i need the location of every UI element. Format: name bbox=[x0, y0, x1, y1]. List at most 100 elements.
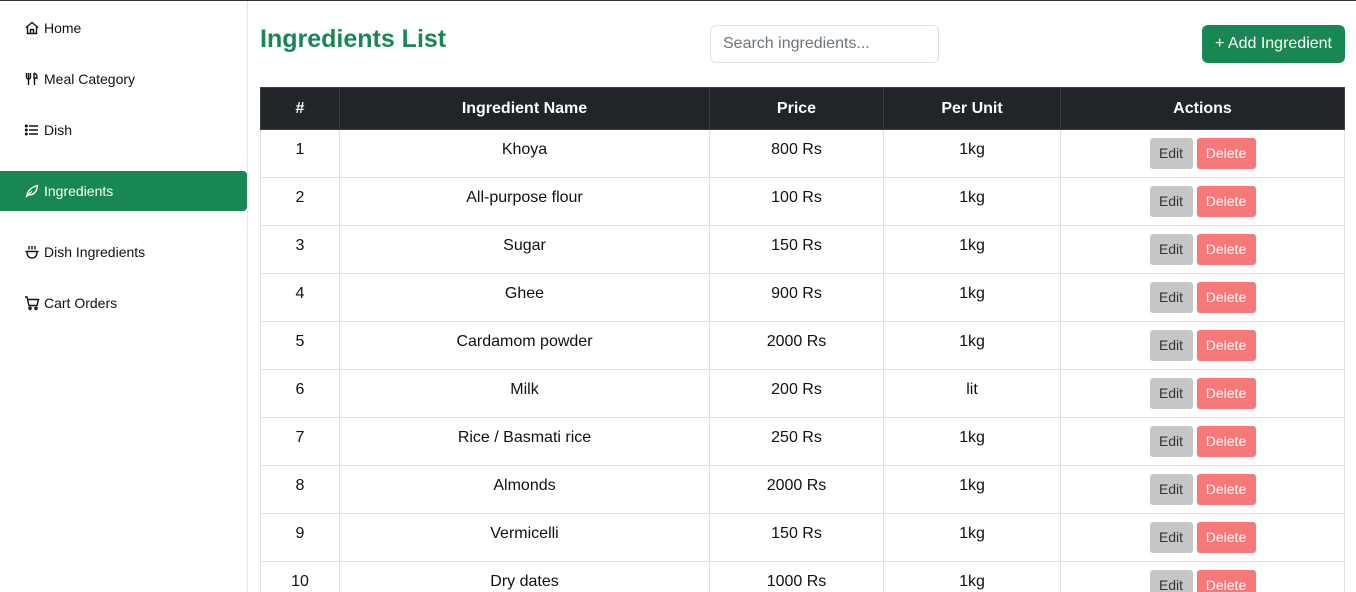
cell-actions: Edit Delete bbox=[1060, 225, 1345, 274]
edit-button[interactable]: Edit bbox=[1149, 474, 1193, 505]
table-row: 5 Cardamom powder 2000 Rs 1kg Edit Delete bbox=[260, 321, 1345, 370]
sidebar-item-label: Home bbox=[44, 20, 82, 36]
cell-per-unit: 1kg bbox=[883, 225, 1061, 274]
edit-button[interactable]: Edit bbox=[1149, 186, 1193, 217]
cell-number: 10 bbox=[260, 561, 340, 592]
sidebar-item-label: Dish bbox=[44, 122, 73, 138]
column-header-actions: Actions bbox=[1060, 87, 1345, 130]
sidebar-item-cart-orders[interactable]: Cart Orders bbox=[0, 283, 247, 323]
sidebar-item-label: Meal Category bbox=[44, 71, 136, 87]
delete-button[interactable]: Delete bbox=[1196, 522, 1256, 553]
cell-per-unit: 1kg bbox=[883, 177, 1061, 226]
cart-icon bbox=[24, 295, 40, 311]
column-header-unit: Per Unit bbox=[883, 87, 1061, 130]
delete-button[interactable]: Delete bbox=[1196, 138, 1256, 169]
sidebar-item-ingredients[interactable]: Ingredients bbox=[0, 171, 247, 211]
cell-per-unit: 1kg bbox=[883, 321, 1061, 370]
cell-per-unit: 1kg bbox=[883, 561, 1061, 592]
edit-button[interactable]: Edit bbox=[1149, 522, 1193, 553]
table-row: 7 Rice / Basmati rice 250 Rs 1kg Edit Delete bbox=[260, 417, 1345, 466]
cell-ingredient-name: All-purpose flour bbox=[339, 177, 710, 226]
cell-price: 200 Rs bbox=[709, 369, 884, 418]
table-header-row: # Ingredient Name Price Per Unit Actions bbox=[260, 87, 1345, 130]
sidebar-item-dish-ingredients[interactable]: Dish Ingredients bbox=[0, 232, 247, 272]
cell-actions: Edit Delete bbox=[1060, 465, 1345, 514]
cell-ingredient-name: Almonds bbox=[339, 465, 710, 514]
cell-actions: Edit Delete bbox=[1060, 273, 1345, 322]
column-header-price: Price bbox=[709, 87, 884, 130]
search-input[interactable] bbox=[710, 25, 939, 63]
delete-button[interactable]: Delete bbox=[1196, 186, 1256, 217]
cell-per-unit: 1kg bbox=[883, 513, 1061, 562]
cell-number: 8 bbox=[260, 465, 340, 514]
cell-price: 100 Rs bbox=[709, 177, 884, 226]
cell-number: 4 bbox=[260, 273, 340, 322]
cell-price: 150 Rs bbox=[709, 225, 884, 274]
delete-button[interactable]: Delete bbox=[1196, 426, 1256, 457]
edit-button[interactable]: Edit bbox=[1149, 282, 1193, 313]
cell-actions: Edit Delete bbox=[1060, 321, 1345, 370]
cell-number: 7 bbox=[260, 417, 340, 466]
cell-ingredient-name: Khoya bbox=[339, 129, 710, 178]
home-icon bbox=[24, 20, 40, 36]
ingredients-table: # Ingredient Name Price Per Unit Actions… bbox=[260, 87, 1345, 592]
cell-ingredient-name: Sugar bbox=[339, 225, 710, 274]
edit-button[interactable]: Edit bbox=[1149, 426, 1193, 457]
leaf-icon bbox=[24, 183, 40, 199]
delete-button[interactable]: Delete bbox=[1196, 570, 1256, 592]
cell-actions: Edit Delete bbox=[1060, 177, 1345, 226]
cell-number: 2 bbox=[260, 177, 340, 226]
add-ingredient-button[interactable]: + Add Ingredient bbox=[1202, 25, 1345, 63]
table-row: 2 All-purpose flour 100 Rs 1kg Edit Delete bbox=[260, 177, 1345, 226]
delete-button[interactable]: Delete bbox=[1196, 474, 1256, 505]
cell-actions: Edit Delete bbox=[1060, 561, 1345, 592]
sidebar-item-label: Cart Orders bbox=[44, 295, 118, 311]
cell-actions: Edit Delete bbox=[1060, 417, 1345, 466]
edit-button[interactable]: Edit bbox=[1149, 330, 1193, 361]
sidebar-item-label: Ingredients bbox=[44, 183, 114, 199]
cell-actions: Edit Delete bbox=[1060, 513, 1345, 562]
table-row: 4 Ghee 900 Rs 1kg Edit Delete bbox=[260, 273, 1345, 322]
delete-button[interactable]: Delete bbox=[1196, 330, 1256, 361]
table-row: 3 Sugar 150 Rs 1kg Edit Delete bbox=[260, 225, 1345, 274]
table-row: 1 Khoya 800 Rs 1kg Edit Delete bbox=[260, 129, 1345, 178]
cell-number: 6 bbox=[260, 369, 340, 418]
edit-button[interactable]: Edit bbox=[1149, 378, 1193, 409]
delete-button[interactable]: Delete bbox=[1196, 378, 1256, 409]
delete-button[interactable]: Delete bbox=[1196, 234, 1256, 265]
cell-price: 1000 Rs bbox=[709, 561, 884, 592]
cell-per-unit: 1kg bbox=[883, 417, 1061, 466]
sidebar-item-meal-category[interactable]: Meal Category bbox=[0, 59, 247, 99]
edit-button[interactable]: Edit bbox=[1149, 570, 1193, 592]
list-icon bbox=[24, 122, 40, 138]
cell-number: 9 bbox=[260, 513, 340, 562]
cell-price: 2000 Rs bbox=[709, 465, 884, 514]
table-row: 8 Almonds 2000 Rs 1kg Edit Delete bbox=[260, 465, 1345, 514]
cell-ingredient-name: Milk bbox=[339, 369, 710, 418]
cell-per-unit: 1kg bbox=[883, 465, 1061, 514]
delete-button[interactable]: Delete bbox=[1196, 282, 1256, 313]
cell-number: 5 bbox=[260, 321, 340, 370]
sidebar: Home Meal Category Dish Ingredients Dish… bbox=[0, 1, 248, 592]
cell-actions: Edit Delete bbox=[1060, 129, 1345, 178]
cell-price: 900 Rs bbox=[709, 273, 884, 322]
cell-ingredient-name: Dry dates bbox=[339, 561, 710, 592]
sidebar-item-home[interactable]: Home bbox=[0, 8, 247, 48]
sidebar-item-label: Dish Ingredients bbox=[44, 244, 146, 260]
table-row: 6 Milk 200 Rs lit Edit Delete bbox=[260, 369, 1345, 418]
cell-per-unit: 1kg bbox=[883, 273, 1061, 322]
pot-icon bbox=[24, 244, 40, 260]
cell-number: 3 bbox=[260, 225, 340, 274]
cell-price: 800 Rs bbox=[709, 129, 884, 178]
edit-button[interactable]: Edit bbox=[1149, 234, 1193, 265]
utensils-icon bbox=[24, 71, 40, 87]
edit-button[interactable]: Edit bbox=[1149, 138, 1193, 169]
cell-price: 250 Rs bbox=[709, 417, 884, 466]
cell-ingredient-name: Ghee bbox=[339, 273, 710, 322]
cell-per-unit: 1kg bbox=[883, 129, 1061, 178]
cell-ingredient-name: Rice / Basmati rice bbox=[339, 417, 710, 466]
cell-number: 1 bbox=[260, 129, 340, 178]
page-title: Ingredients List bbox=[260, 25, 447, 53]
sidebar-item-dish[interactable]: Dish bbox=[0, 110, 247, 150]
table-row: 10 Dry dates 1000 Rs 1kg Edit Delete bbox=[260, 561, 1345, 592]
